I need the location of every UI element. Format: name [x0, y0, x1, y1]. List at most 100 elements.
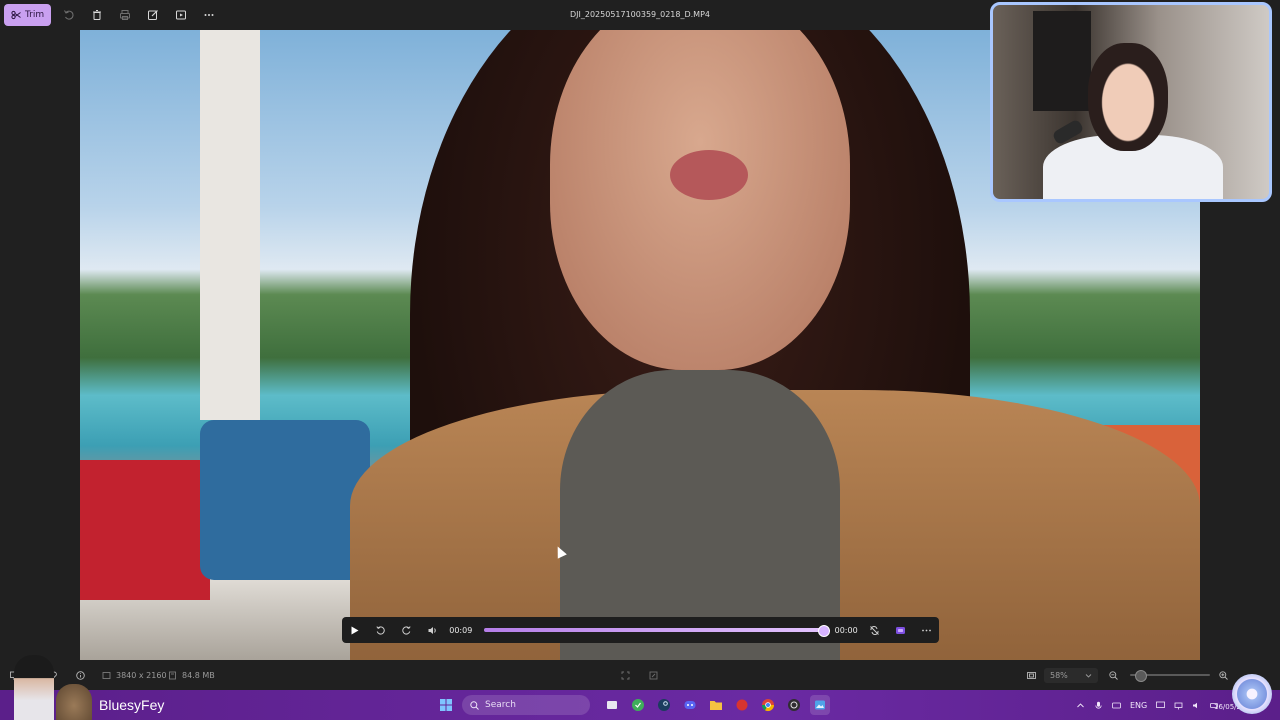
trim-button[interactable]: Trim: [4, 4, 52, 26]
fit-view-button[interactable]: [621, 660, 630, 690]
info-icon: [76, 670, 85, 680]
red-machinery: [80, 460, 210, 600]
chrome-icon: [762, 699, 774, 712]
start-button[interactable]: [436, 695, 456, 715]
repeat-button[interactable]: [861, 617, 887, 643]
actual-size-button[interactable]: [649, 660, 658, 690]
zoom-slider-thumb[interactable]: [1134, 670, 1147, 682]
end-time: 00:00: [834, 625, 858, 635]
seek-bar-thumb[interactable]: [818, 625, 831, 637]
delete-button[interactable]: [83, 4, 111, 26]
app-photos[interactable]: [810, 695, 830, 715]
resolution-text: 3840 x 2160: [116, 670, 167, 680]
obs-icon: [788, 699, 800, 711]
more-options-button[interactable]: [195, 4, 223, 26]
green-app-icon: [632, 699, 644, 711]
person-face: [550, 30, 850, 370]
clipchamp-button[interactable]: [887, 617, 913, 643]
keyboard-icon[interactable]: [1112, 701, 1121, 710]
more-icon: [204, 14, 214, 16]
zoom-select[interactable]: 58%: [1044, 668, 1098, 683]
print-icon: [120, 10, 131, 20]
volume-icon: [428, 626, 437, 634]
player-controls: 00:09 00:00: [342, 617, 939, 643]
delete-icon: [93, 10, 102, 20]
cat-sticker: [56, 684, 92, 720]
rotate-icon: [64, 10, 74, 20]
zoom-in-button[interactable]: [1219, 660, 1228, 690]
task-view-icon: [607, 701, 617, 709]
app-steam[interactable]: [654, 695, 674, 715]
print-button[interactable]: [111, 4, 139, 26]
app-obs[interactable]: [784, 695, 804, 715]
current-time: 00:09: [449, 625, 473, 635]
streamer-avatar: [14, 655, 54, 720]
language-indicator[interactable]: ENG: [1130, 701, 1147, 710]
photos-icon: [815, 700, 825, 710]
task-view-button[interactable]: [602, 695, 622, 715]
status-bar: 3840 x 2160 84.8 MB 58%: [0, 660, 1280, 690]
rewind-button[interactable]: [368, 617, 394, 643]
rotate-button[interactable]: [55, 4, 83, 26]
chevron-down-icon: [1085, 674, 1092, 678]
app-greenlight[interactable]: [628, 695, 648, 715]
zoom-in-icon: [1219, 670, 1228, 680]
display-icon[interactable]: [1156, 701, 1166, 710]
trim-icon: [11, 10, 21, 20]
repeat-off-icon: [869, 625, 879, 635]
zoom-out-button[interactable]: [1109, 660, 1118, 690]
edit-button[interactable]: [139, 4, 167, 26]
slideshow-icon: [176, 10, 187, 20]
discord-icon: [684, 701, 696, 709]
webcam-overlay: [990, 2, 1272, 202]
system-tray: ENG: [1076, 690, 1219, 720]
seek-bar-progress: [483, 628, 824, 632]
edit-icon: [148, 10, 159, 20]
blue-winch: [200, 420, 370, 580]
taskbar-search[interactable]: Search: [462, 695, 590, 715]
person-lips: [670, 150, 748, 200]
red-app-icon: [736, 699, 748, 711]
image-size-icon: [102, 671, 111, 679]
file-size-text: 84.8 MB: [182, 670, 215, 680]
rewind-icon: [376, 625, 386, 635]
play-icon: [351, 626, 359, 634]
file-size-info: 84.8 MB: [168, 660, 215, 690]
app-discord[interactable]: [680, 695, 700, 715]
zoom-value: 58%: [1050, 671, 1068, 680]
clipchamp-icon: [895, 626, 905, 634]
flower-badge-icon: [1232, 674, 1272, 714]
play-button[interactable]: [342, 617, 368, 643]
zoom-slider[interactable]: [1130, 670, 1210, 682]
app-chrome[interactable]: [758, 695, 778, 715]
streamer-name: BluesyFey: [99, 697, 165, 713]
player-more-button[interactable]: [913, 617, 939, 643]
steam-icon: [658, 699, 670, 711]
webcam-shelf: [1033, 11, 1091, 111]
fit-screen-icon: [621, 671, 630, 679]
trim-label: Trim: [25, 10, 45, 20]
search-placeholder: Search: [485, 700, 516, 710]
folder-icon: [710, 701, 722, 710]
fit-window-icon: [1027, 671, 1036, 679]
fit-window-button[interactable]: [1027, 660, 1036, 690]
seek-bar[interactable]: [483, 625, 831, 637]
taskbar: BluesyFey Search ENG 16/05/2...: [0, 690, 1280, 720]
slideshow-button[interactable]: [167, 4, 195, 26]
zoom-out-icon: [1109, 670, 1118, 680]
volume-button[interactable]: [420, 617, 446, 643]
microphone-icon[interactable]: [1094, 701, 1103, 710]
forward-icon: [402, 625, 411, 635]
speaker-icon[interactable]: [1192, 701, 1201, 710]
webcam-person-head: [1088, 43, 1168, 151]
app-red[interactable]: [732, 695, 752, 715]
app-file-explorer[interactable]: [706, 695, 726, 715]
actual-size-icon: [649, 671, 658, 679]
storage-icon: [169, 671, 176, 679]
network-icon[interactable]: [1174, 701, 1183, 710]
taskbar-apps: Search: [436, 690, 830, 720]
forward-button[interactable]: [394, 617, 420, 643]
chevron-up-icon[interactable]: [1076, 701, 1085, 710]
resolution-info: 3840 x 2160: [102, 660, 167, 690]
boat-frame: [200, 30, 260, 420]
